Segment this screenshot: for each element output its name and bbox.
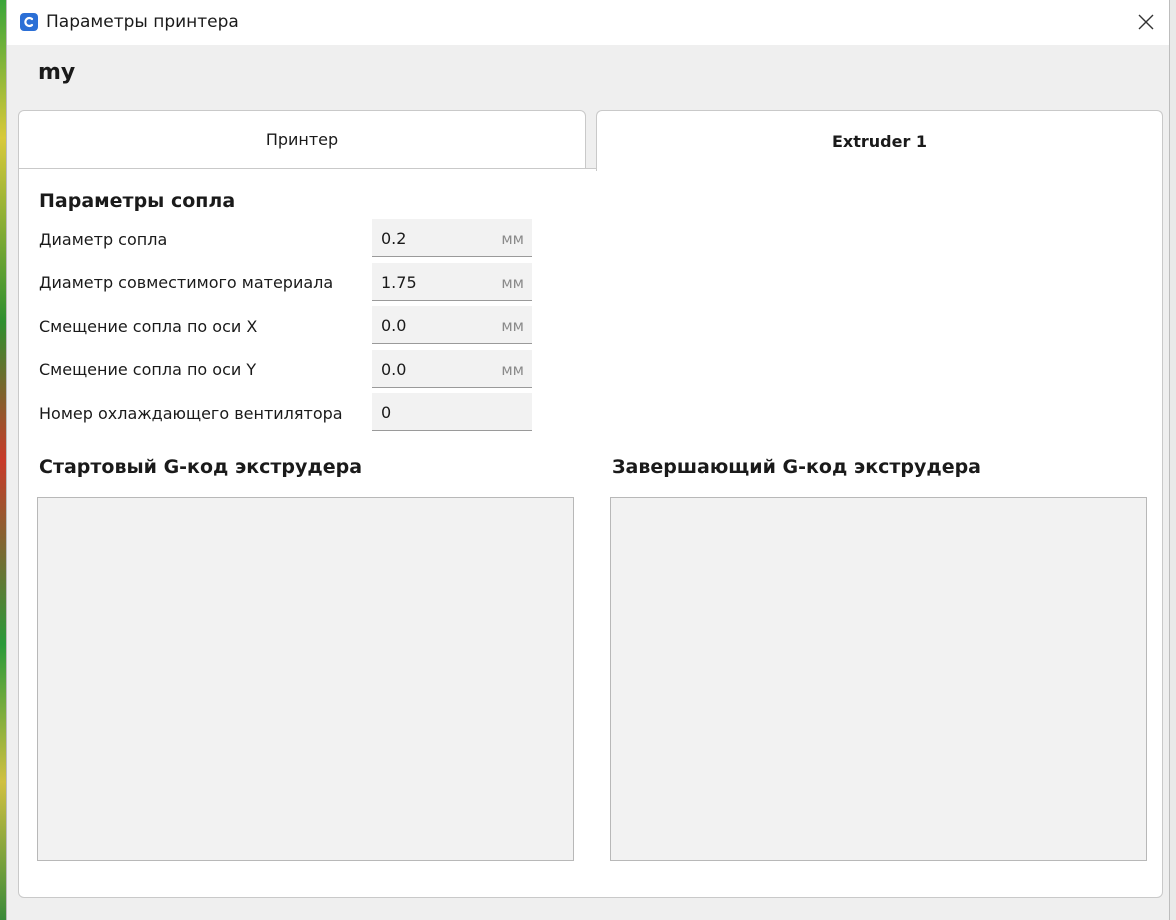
nozzle-offset-y-label: Смещение сопла по оси Y	[39, 360, 257, 379]
nozzle-offset-y-field[interactable]: 0.0 мм	[372, 350, 532, 388]
nozzle-diameter-value: 0.2	[381, 229, 407, 248]
nozzle-offset-x-value: 0.0	[381, 316, 407, 335]
nozzle-diameter-label: Диаметр сопла	[39, 230, 168, 249]
nozzle-offset-x-unit: мм	[501, 317, 524, 335]
window-title: Параметры принтера	[46, 12, 239, 32]
material-diameter-field[interactable]: 1.75 мм	[372, 263, 532, 301]
material-diameter-label: Диаметр совместимого материала	[39, 273, 334, 292]
nozzle-offset-x-field[interactable]: 0.0 мм	[372, 306, 532, 344]
start-gcode-title: Стартовый G-код экструдера	[39, 456, 363, 478]
nozzle-diameter-unit: мм	[501, 230, 524, 248]
extruder-settings-panel: Параметры сопла Диаметр сопла 0.2 мм Диа…	[18, 168, 1163, 898]
end-gcode-editor[interactable]	[610, 497, 1147, 861]
nozzle-settings-title: Параметры сопла	[39, 190, 236, 212]
end-gcode-title: Завершающий G-код экструдера	[612, 456, 982, 478]
material-diameter-unit: мм	[501, 274, 524, 292]
cooling-fan-number-value: 0	[381, 403, 392, 422]
nozzle-offset-x-label: Смещение сопла по оси X	[39, 317, 258, 336]
close-button[interactable]	[1123, 0, 1169, 45]
cooling-fan-number-label: Номер охлаждающего вентилятора	[39, 404, 343, 423]
printer-settings-dialog: Параметры принтера my Принтер Extruder 1…	[6, 0, 1170, 920]
tab-extruder-1[interactable]: Extruder 1	[596, 110, 1163, 171]
cura-app-icon	[20, 13, 38, 31]
close-icon	[1138, 14, 1154, 30]
tab-printer[interactable]: Принтер	[18, 110, 586, 169]
start-gcode-editor[interactable]	[37, 497, 574, 861]
printer-name: my	[38, 60, 76, 85]
nozzle-offset-y-value: 0.0	[381, 360, 407, 379]
cooling-fan-number-field[interactable]: 0	[372, 393, 532, 431]
nozzle-diameter-field[interactable]: 0.2 мм	[372, 219, 532, 257]
material-diameter-value: 1.75	[381, 273, 417, 292]
nozzle-offset-y-unit: мм	[501, 361, 524, 379]
title-bar: Параметры принтера	[7, 0, 1169, 45]
